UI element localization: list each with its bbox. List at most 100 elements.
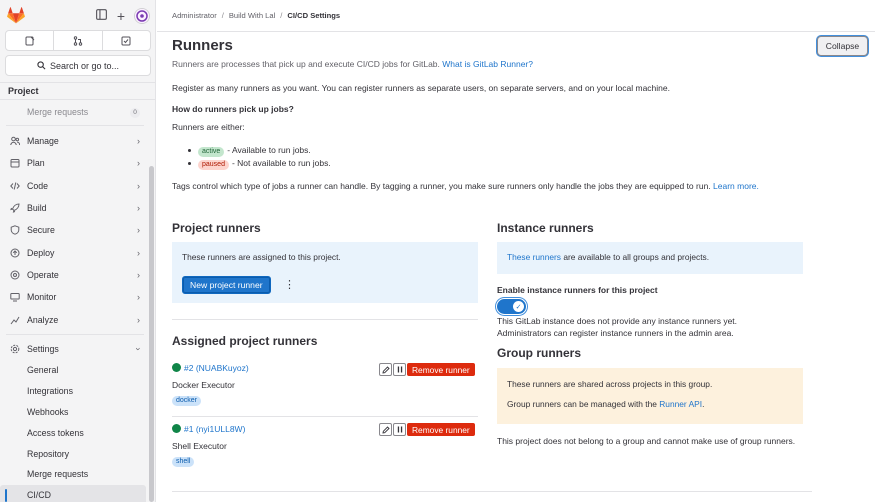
breadcrumb-item-project[interactable]: Build With Lal: [229, 11, 275, 20]
search-button[interactable]: Search or go to...: [5, 55, 151, 76]
plus-icon[interactable]: +: [114, 9, 128, 23]
status-online-icon: [172, 363, 181, 372]
breadcrumb: Administrator / Build With Lal / CI/CD S…: [157, 0, 875, 32]
these-runners-link[interactable]: These runners: [507, 252, 561, 262]
edit-icon[interactable]: [379, 363, 392, 376]
gitlab-logo-icon[interactable]: [7, 7, 25, 24]
todos-button[interactable]: [103, 31, 150, 50]
sidebar-toggle-icon[interactable]: [94, 9, 108, 23]
project-runners-title: Project runners: [172, 221, 261, 235]
runner-link[interactable]: #2 (NUABKuyoz): [184, 363, 249, 373]
sidebar-scrollbar[interactable]: [149, 166, 154, 502]
instance-note-2: Administrators can register instance run…: [497, 328, 734, 338]
breadcrumb-item-current[interactable]: CI/CD Settings: [287, 11, 340, 20]
rocket-icon: [10, 203, 20, 213]
assigned-runners-title: Assigned project runners: [172, 334, 318, 348]
issues-icon: [25, 36, 35, 45]
issues-button[interactable]: [6, 31, 55, 50]
runner-id: #1 (nyi1ULL8W): [172, 423, 245, 436]
code-icon: [10, 181, 20, 191]
runner-link[interactable]: #1 (nyi1ULL8W): [184, 424, 245, 434]
group-note: This project does not belong to a group …: [497, 436, 796, 446]
active-list-item: active - Available to run jobs.: [188, 144, 311, 157]
check-icon: ✓: [513, 301, 524, 312]
instance-toggle-label: Enable instance runners for this project: [497, 285, 658, 295]
chevron-right-icon: ›: [137, 158, 140, 169]
sidebar-sub-repository[interactable]: Repository: [0, 443, 150, 464]
sidebar-item-merge-requests-top[interactable]: Merge requests 0: [0, 102, 150, 122]
chevron-down-icon: ›: [133, 347, 144, 351]
calendar-icon: [10, 158, 20, 168]
remove-runner-button[interactable]: Remove runner: [407, 423, 475, 436]
users-icon: [10, 136, 20, 146]
paused-desc: - Not available to run jobs.: [231, 158, 331, 168]
instance-runners-title: Instance runners: [497, 221, 594, 235]
breadcrumb-separator: /: [221, 11, 224, 20]
group-runners-info-box: These runners are shared across projects…: [497, 368, 803, 424]
group-runners-title: Group runners: [497, 346, 582, 360]
how-heading: How do runners pick up jobs?: [172, 104, 294, 114]
chevron-right-icon: ›: [137, 225, 140, 236]
sidebar-sub-webhooks[interactable]: Webhooks: [0, 402, 150, 423]
runner-id: #2 (NUABKuyoz): [172, 362, 249, 375]
pause-icon[interactable]: [393, 423, 406, 436]
count-badge: 0: [130, 108, 140, 118]
sidebar-item-operate[interactable]: Operate ›: [0, 264, 150, 286]
group-info-2-suffix: .: [702, 399, 705, 409]
chevron-right-icon: ›: [137, 136, 140, 147]
shield-icon: [10, 225, 20, 236]
sidebar-item-label: Operate: [27, 269, 59, 280]
avatar[interactable]: [134, 8, 150, 24]
settings-icon: [10, 344, 20, 354]
sidebar-item-plan[interactable]: Plan ›: [0, 152, 150, 174]
sidebar-sub-general[interactable]: General: [0, 360, 150, 381]
cloud-icon: [10, 270, 20, 280]
more-actions-icon[interactable]: ⋮: [284, 276, 295, 294]
sidebar-sub-merge-requests[interactable]: Merge requests: [0, 464, 150, 485]
sidebar-item-code[interactable]: Code ›: [0, 175, 150, 197]
todo-icon: [121, 36, 131, 45]
active-desc: - Available to run jobs.: [227, 145, 311, 155]
monitor-icon: [10, 292, 20, 302]
sidebar-item-monitor[interactable]: Monitor ›: [0, 286, 150, 308]
what-is-runner-link[interactable]: What is GitLab Runner?: [442, 59, 533, 69]
instance-info-rest: are available to all groups and projects…: [561, 252, 710, 262]
sidebar-item-deploy[interactable]: Deploy ›: [0, 241, 150, 263]
sidebar-sub-integrations[interactable]: Integrations: [0, 381, 150, 402]
runner-api-link[interactable]: Runner API: [659, 399, 702, 409]
sidebar-item-settings[interactable]: Settings ›: [0, 338, 150, 360]
register-text: Register as many runners as you want. Yo…: [172, 83, 670, 93]
runners-description: Runners are processes that pick up and e…: [172, 58, 533, 71]
sidebar-item-label: Merge requests: [27, 107, 89, 117]
page-title: Runners: [172, 37, 233, 54]
context-label: Project: [0, 82, 155, 100]
paused-list-item: paused - Not available to run jobs.: [188, 157, 331, 170]
breadcrumb-item-administrator[interactable]: Administrator: [172, 11, 217, 20]
sidebar-sub-cicd[interactable]: CI/CD: [0, 484, 146, 502]
sidebar-item-analyze[interactable]: Analyze ›: [0, 308, 150, 330]
learn-more-link[interactable]: Learn more.: [713, 181, 759, 191]
sidebar-item-label: Manage: [27, 136, 59, 147]
sidebar-sub-access-tokens[interactable]: Access tokens: [0, 422, 150, 443]
sidebar-item-label: Plan: [27, 158, 45, 169]
pause-icon[interactable]: [393, 363, 406, 376]
runner-tag: shell: [172, 457, 195, 467]
runner-description: Docker Executor: [172, 380, 235, 390]
sidebar-item-label: Code: [27, 180, 49, 191]
description-text: Runners are processes that pick up and e…: [172, 59, 440, 69]
collapse-button[interactable]: Collapse: [817, 36, 868, 56]
group-info-2-prefix: Group runners can be managed with the: [507, 399, 660, 409]
tags-desc: Tags control which type of jobs a runner…: [172, 181, 711, 191]
chevron-right-icon: ›: [137, 269, 140, 280]
sidebar-item-label: Deploy: [27, 247, 55, 258]
instance-runners-toggle[interactable]: ✓: [497, 299, 526, 314]
sidebar-item-manage[interactable]: Manage ›: [0, 130, 150, 152]
edit-icon[interactable]: [379, 423, 392, 436]
sidebar-item-build[interactable]: Build ›: [0, 197, 150, 219]
paused-badge: paused: [198, 160, 229, 170]
sidebar-item-secure[interactable]: Secure ›: [0, 219, 150, 241]
remove-runner-button[interactable]: Remove runner: [407, 363, 475, 376]
section-divider: [172, 491, 812, 492]
merge-requests-button[interactable]: [54, 31, 103, 50]
new-project-runner-button[interactable]: New project runner: [182, 276, 271, 294]
